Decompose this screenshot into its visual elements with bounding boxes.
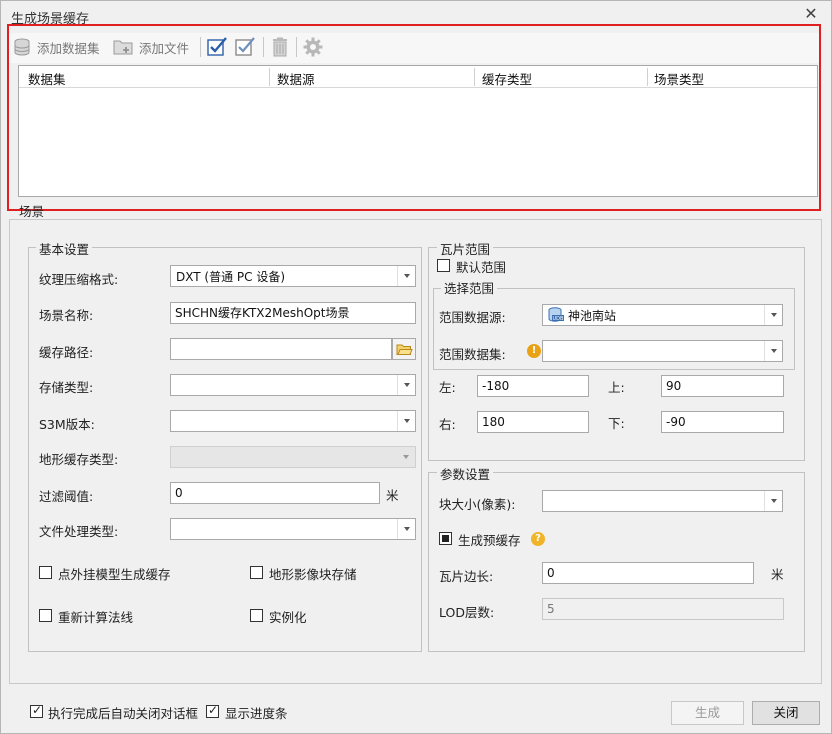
show-progress-checkbox[interactable] xyxy=(206,703,219,718)
s3m-version-select[interactable] xyxy=(170,410,416,432)
terrain-block-storage-label: 地形影像块存储 xyxy=(269,567,357,582)
svg-text:UDB: UDB xyxy=(553,316,565,322)
filter-threshold-input[interactable]: 0 xyxy=(170,482,380,504)
range-datasource-select[interactable]: UDB 神池南站 xyxy=(542,304,783,326)
instancing-label: 实例化 xyxy=(269,610,307,625)
top-bound-label: 上: xyxy=(608,380,625,395)
file-process-type-label: 文件处理类型: xyxy=(39,524,119,539)
auto-close-checkbox[interactable] xyxy=(30,703,43,718)
cache-path-input[interactable] xyxy=(170,338,392,360)
scene-name-input[interactable]: SHCHN缓存KTX2MeshOpt场景 xyxy=(170,302,416,324)
storage-type-label: 存储类型: xyxy=(39,380,94,395)
dialog-window: 生成场景缓存 ✕ 添加数据集 添加文件 数据集 数据源 缓存类型 场景类型 场景… xyxy=(0,0,832,734)
left-bound-input[interactable]: -180 xyxy=(477,375,589,397)
chevron-down-icon xyxy=(397,447,415,467)
warning-icon: ! xyxy=(527,344,541,358)
chevron-down-icon xyxy=(397,411,415,431)
range-datasource-label: 范围数据源: xyxy=(439,310,506,325)
lod-levels-label: LOD层数: xyxy=(439,605,495,620)
tab-scene[interactable]: 场景 xyxy=(18,201,45,220)
highlight-frame xyxy=(7,24,821,211)
tile-side-unit: 米 xyxy=(771,567,784,582)
terrain-cache-type-select[interactable] xyxy=(170,446,416,468)
udb-datasource-icon: UDB xyxy=(547,307,565,328)
recalc-normals-checkbox[interactable] xyxy=(39,609,52,622)
block-size-label: 块大小(像素): xyxy=(439,497,516,512)
external-model-checkbox[interactable] xyxy=(39,566,52,579)
bottom-bound-label: 下: xyxy=(608,416,625,431)
select-range-title: 选择范围 xyxy=(441,278,498,297)
generate-button[interactable]: 生成 xyxy=(671,701,744,725)
cache-path-label: 缓存路径: xyxy=(39,345,94,360)
recalc-normals-label: 重新计算法线 xyxy=(58,610,134,625)
help-icon[interactable]: ? xyxy=(531,532,545,546)
close-button[interactable]: 关闭 xyxy=(752,701,820,725)
external-model-label: 点外挂模型生成缓存 xyxy=(58,567,171,582)
texture-format-value: DXT (普通 PC 设备) xyxy=(176,270,286,284)
lod-levels-input[interactable]: 5 xyxy=(542,598,784,620)
auto-close-label: 执行完成后自动关闭对话框 xyxy=(48,706,199,721)
chevron-down-icon xyxy=(397,266,415,286)
show-progress-label: 显示进度条 xyxy=(225,706,288,721)
default-range-checkbox[interactable] xyxy=(437,259,450,272)
left-bound-label: 左: xyxy=(439,380,456,395)
chevron-down-icon xyxy=(764,491,782,511)
tile-side-label: 瓦片边长: xyxy=(439,569,494,584)
chevron-down-icon xyxy=(397,519,415,539)
filter-threshold-label: 过滤阈值: xyxy=(39,489,94,504)
range-datasource-value: 神池南站 xyxy=(568,309,617,323)
top-bound-input[interactable]: 90 xyxy=(661,375,784,397)
default-range-label: 默认范围 xyxy=(456,260,507,275)
pre-cache-label: 生成预缓存 xyxy=(458,533,521,548)
right-bound-label: 右: xyxy=(439,417,456,432)
browse-folder-button[interactable] xyxy=(392,338,416,360)
terrain-block-storage-checkbox[interactable] xyxy=(250,566,263,579)
chevron-down-icon xyxy=(397,375,415,395)
parameter-settings-title: 参数设置 xyxy=(437,464,494,483)
filter-unit-label: 米 xyxy=(386,488,399,503)
range-dataset-select[interactable] xyxy=(542,340,783,362)
tile-range-title: 瓦片范围 xyxy=(437,239,494,258)
block-size-select[interactable] xyxy=(542,490,783,512)
range-dataset-label: 范围数据集: xyxy=(439,347,506,362)
texture-format-label: 纹理压缩格式: xyxy=(39,272,119,287)
tile-side-input[interactable]: 0 xyxy=(542,562,754,584)
s3m-version-label: S3M版本: xyxy=(39,417,95,432)
file-process-type-select[interactable] xyxy=(170,518,416,540)
chevron-down-icon xyxy=(764,341,782,361)
basic-settings-title: 基本设置 xyxy=(36,239,93,258)
storage-type-select[interactable] xyxy=(170,374,416,396)
pre-cache-checkbox[interactable] xyxy=(439,532,452,545)
close-icon[interactable]: ✕ xyxy=(801,4,821,24)
chevron-down-icon xyxy=(764,305,782,325)
terrain-cache-type-label: 地形缓存类型: xyxy=(39,452,119,467)
folder-open-icon xyxy=(396,344,413,355)
bottom-bound-input[interactable]: -90 xyxy=(661,411,784,433)
scene-name-label: 场景名称: xyxy=(39,308,94,323)
instancing-checkbox[interactable] xyxy=(250,609,263,622)
right-bound-input[interactable]: 180 xyxy=(477,411,589,433)
texture-format-select[interactable]: DXT (普通 PC 设备) xyxy=(170,265,416,287)
